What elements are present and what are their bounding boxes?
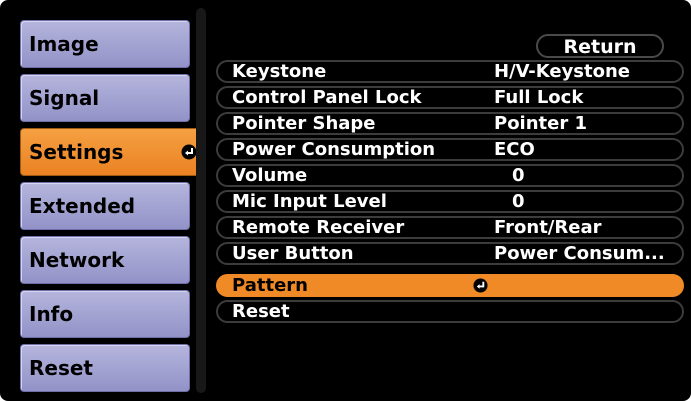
- setting-label: Remote Receiver: [232, 217, 405, 238]
- menu-item-label: Extended: [29, 194, 136, 218]
- setting-row-keystone[interactable]: Keystone H/V-Keystone: [216, 60, 684, 83]
- setting-label: Power Consumption: [232, 139, 436, 160]
- setting-row-reset[interactable]: Reset: [216, 300, 684, 323]
- setting-value: 0: [512, 191, 525, 212]
- setting-value: 0: [512, 165, 525, 186]
- menu-item-label: Image: [29, 32, 99, 56]
- setting-row-mic-input-level[interactable]: Mic Input Level 0: [216, 190, 684, 213]
- setting-value: Power Consum...: [494, 243, 665, 264]
- setting-row-pattern[interactable]: Pattern: [216, 274, 684, 297]
- menu-item-info[interactable]: Info: [20, 290, 190, 338]
- setting-value: ECO: [494, 139, 535, 160]
- enter-icon: [181, 144, 197, 160]
- setting-label: Keystone: [232, 61, 327, 82]
- setting-label: Pointer Shape: [232, 113, 376, 134]
- setting-label: User Button: [232, 243, 354, 264]
- setting-value: Full Lock: [494, 87, 584, 108]
- panel-divider: [196, 8, 206, 393]
- setting-label: Volume: [232, 165, 308, 186]
- setting-row-power-consumption[interactable]: Power Consumption ECO: [216, 138, 684, 161]
- setting-value: Pointer 1: [494, 113, 588, 134]
- menu-item-reset[interactable]: Reset: [20, 344, 190, 392]
- setting-row-control-panel-lock[interactable]: Control Panel Lock Full Lock: [216, 86, 684, 109]
- setting-row-volume[interactable]: Volume 0: [216, 164, 684, 187]
- menu-item-network[interactable]: Network: [20, 236, 190, 284]
- setting-label: Pattern: [232, 275, 308, 296]
- menu-item-image[interactable]: Image: [20, 20, 190, 68]
- setting-label: Reset: [232, 301, 290, 322]
- setting-row-pointer-shape[interactable]: Pointer Shape Pointer 1: [216, 112, 684, 135]
- menu-item-settings[interactable]: Settings: [20, 128, 204, 176]
- menu-item-label: Settings: [29, 140, 124, 164]
- menu-item-label: Reset: [29, 356, 93, 380]
- return-button[interactable]: Return: [536, 34, 664, 58]
- setting-value: H/V-Keystone: [494, 61, 631, 82]
- menu-item-label: Signal: [29, 86, 100, 110]
- setting-label: Mic Input Level: [232, 191, 387, 212]
- menu-item-label: Network: [29, 248, 125, 272]
- setting-label: Control Panel Lock: [232, 87, 422, 108]
- menu-item-label: Info: [29, 302, 74, 326]
- setting-value: Front/Rear: [494, 217, 602, 238]
- enter-icon: [473, 278, 488, 293]
- projector-menu: Image Signal Settings Extended Network I…: [0, 0, 691, 401]
- setting-row-remote-receiver[interactable]: Remote Receiver Front/Rear: [216, 216, 684, 239]
- menu-item-extended[interactable]: Extended: [20, 182, 190, 230]
- setting-row-user-button[interactable]: User Button Power Consum...: [216, 242, 684, 265]
- menu-item-signal[interactable]: Signal: [20, 74, 190, 122]
